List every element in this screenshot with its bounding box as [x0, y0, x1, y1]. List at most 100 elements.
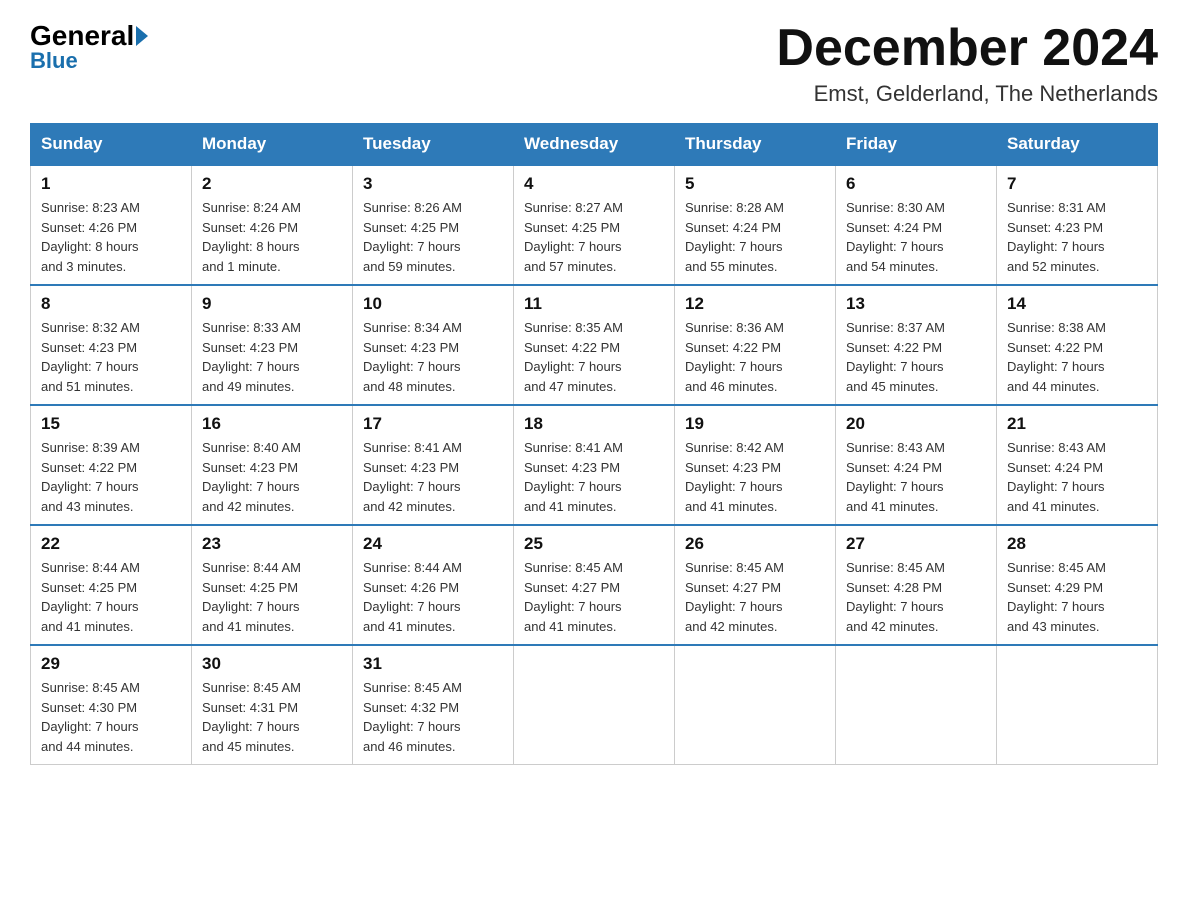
day-info: Sunrise: 8:30 AMSunset: 4:24 PMDaylight:… — [846, 198, 986, 276]
table-row: 8 Sunrise: 8:32 AMSunset: 4:23 PMDaylight… — [31, 285, 192, 405]
day-number: 27 — [846, 534, 986, 554]
table-row: 9 Sunrise: 8:33 AMSunset: 4:23 PMDaylight… — [192, 285, 353, 405]
day-info: Sunrise: 8:45 AMSunset: 4:27 PMDaylight:… — [685, 558, 825, 636]
col-wednesday: Wednesday — [514, 124, 675, 166]
day-number: 31 — [363, 654, 503, 674]
day-number: 6 — [846, 174, 986, 194]
calendar-week-row: 22 Sunrise: 8:44 AMSunset: 4:25 PMDayligh… — [31, 525, 1158, 645]
page-header: General Blue December 2024 Emst, Gelderl… — [30, 20, 1158, 107]
day-info: Sunrise: 8:43 AMSunset: 4:24 PMDaylight:… — [846, 438, 986, 516]
table-row: 10 Sunrise: 8:34 AMSunset: 4:23 PMDayligh… — [353, 285, 514, 405]
day-number: 22 — [41, 534, 181, 554]
col-sunday: Sunday — [31, 124, 192, 166]
day-info: Sunrise: 8:32 AMSunset: 4:23 PMDaylight:… — [41, 318, 181, 396]
col-saturday: Saturday — [997, 124, 1158, 166]
day-info: Sunrise: 8:35 AMSunset: 4:22 PMDaylight:… — [524, 318, 664, 396]
calendar-week-row: 15Sunrise: 8:39 AMSunset: 4:22 PMDayligh… — [31, 405, 1158, 525]
day-number: 12 — [685, 294, 825, 314]
table-row — [675, 645, 836, 765]
table-row: 24 Sunrise: 8:44 AMSunset: 4:26 PMDayligh… — [353, 525, 514, 645]
col-tuesday: Tuesday — [353, 124, 514, 166]
day-info: Sunrise: 8:41 AMSunset: 4:23 PMDaylight:… — [524, 438, 664, 516]
table-row: 21Sunrise: 8:43 AMSunset: 4:24 PMDayligh… — [997, 405, 1158, 525]
table-row: 4 Sunrise: 8:27 AMSunset: 4:25 PMDaylight… — [514, 165, 675, 285]
day-number: 30 — [202, 654, 342, 674]
day-info: Sunrise: 8:39 AMSunset: 4:22 PMDaylight:… — [41, 438, 181, 516]
day-number: 3 — [363, 174, 503, 194]
day-info: Sunrise: 8:36 AMSunset: 4:22 PMDaylight:… — [685, 318, 825, 396]
table-row: 25 Sunrise: 8:45 AMSunset: 4:27 PMDayligh… — [514, 525, 675, 645]
table-row: 11Sunrise: 8:35 AMSunset: 4:22 PMDayligh… — [514, 285, 675, 405]
day-info: Sunrise: 8:23 AMSunset: 4:26 PMDaylight:… — [41, 198, 181, 276]
day-info: Sunrise: 8:45 AMSunset: 4:29 PMDaylight:… — [1007, 558, 1147, 636]
table-row: 23Sunrise: 8:44 AMSunset: 4:25 PMDayligh… — [192, 525, 353, 645]
day-info: Sunrise: 8:41 AMSunset: 4:23 PMDaylight:… — [363, 438, 503, 516]
day-number: 14 — [1007, 294, 1147, 314]
day-info: Sunrise: 8:38 AMSunset: 4:22 PMDaylight:… — [1007, 318, 1147, 396]
day-info: Sunrise: 8:44 AMSunset: 4:25 PMDaylight:… — [202, 558, 342, 636]
day-info: Sunrise: 8:45 AMSunset: 4:32 PMDaylight:… — [363, 678, 503, 756]
col-monday: Monday — [192, 124, 353, 166]
table-row: 18 Sunrise: 8:41 AMSunset: 4:23 PMDayligh… — [514, 405, 675, 525]
table-row: 26Sunrise: 8:45 AMSunset: 4:27 PMDayligh… — [675, 525, 836, 645]
calendar-table: Sunday Monday Tuesday Wednesday Thursday… — [30, 123, 1158, 765]
day-info: Sunrise: 8:24 AMSunset: 4:26 PMDaylight:… — [202, 198, 342, 276]
table-row: 20 Sunrise: 8:43 AMSunset: 4:24 PMDayligh… — [836, 405, 997, 525]
day-info: Sunrise: 8:34 AMSunset: 4:23 PMDaylight:… — [363, 318, 503, 396]
location-title: Emst, Gelderland, The Netherlands — [776, 81, 1158, 107]
logo: General Blue — [30, 20, 148, 74]
day-info: Sunrise: 8:27 AMSunset: 4:25 PMDaylight:… — [524, 198, 664, 276]
day-number: 28 — [1007, 534, 1147, 554]
table-row: 2 Sunrise: 8:24 AMSunset: 4:26 PMDaylight… — [192, 165, 353, 285]
table-row: 19 Sunrise: 8:42 AMSunset: 4:23 PMDayligh… — [675, 405, 836, 525]
day-info: Sunrise: 8:42 AMSunset: 4:23 PMDaylight:… — [685, 438, 825, 516]
table-row: 7Sunrise: 8:31 AMSunset: 4:23 PMDaylight… — [997, 165, 1158, 285]
table-row — [997, 645, 1158, 765]
calendar-week-row: 29Sunrise: 8:45 AMSunset: 4:30 PMDayligh… — [31, 645, 1158, 765]
col-thursday: Thursday — [675, 124, 836, 166]
table-row: 31 Sunrise: 8:45 AMSunset: 4:32 PMDayligh… — [353, 645, 514, 765]
table-row: 6 Sunrise: 8:30 AMSunset: 4:24 PMDaylight… — [836, 165, 997, 285]
day-number: 7 — [1007, 174, 1147, 194]
day-number: 1 — [41, 174, 181, 194]
day-number: 5 — [685, 174, 825, 194]
day-info: Sunrise: 8:33 AMSunset: 4:23 PMDaylight:… — [202, 318, 342, 396]
table-row: 3 Sunrise: 8:26 AMSunset: 4:25 PMDaylight… — [353, 165, 514, 285]
day-number: 24 — [363, 534, 503, 554]
table-row: 30Sunrise: 8:45 AMSunset: 4:31 PMDayligh… — [192, 645, 353, 765]
table-row: 13 Sunrise: 8:37 AMSunset: 4:22 PMDayligh… — [836, 285, 997, 405]
calendar-week-row: 8 Sunrise: 8:32 AMSunset: 4:23 PMDaylight… — [31, 285, 1158, 405]
day-number: 13 — [846, 294, 986, 314]
table-row: 28 Sunrise: 8:45 AMSunset: 4:29 PMDayligh… — [997, 525, 1158, 645]
calendar-week-row: 1 Sunrise: 8:23 AMSunset: 4:26 PMDaylight… — [31, 165, 1158, 285]
table-row: 14 Sunrise: 8:38 AMSunset: 4:22 PMDayligh… — [997, 285, 1158, 405]
day-number: 25 — [524, 534, 664, 554]
day-number: 17 — [363, 414, 503, 434]
day-number: 4 — [524, 174, 664, 194]
table-row: 22 Sunrise: 8:44 AMSunset: 4:25 PMDayligh… — [31, 525, 192, 645]
day-number: 16 — [202, 414, 342, 434]
day-info: Sunrise: 8:37 AMSunset: 4:22 PMDaylight:… — [846, 318, 986, 396]
title-area: December 2024 Emst, Gelderland, The Neth… — [776, 20, 1158, 107]
day-number: 10 — [363, 294, 503, 314]
table-row — [514, 645, 675, 765]
table-row: 16 Sunrise: 8:40 AMSunset: 4:23 PMDayligh… — [192, 405, 353, 525]
table-row: 5Sunrise: 8:28 AMSunset: 4:24 PMDaylight… — [675, 165, 836, 285]
col-friday: Friday — [836, 124, 997, 166]
day-number: 21 — [1007, 414, 1147, 434]
day-info: Sunrise: 8:45 AMSunset: 4:27 PMDaylight:… — [524, 558, 664, 636]
table-row: 27 Sunrise: 8:45 AMSunset: 4:28 PMDayligh… — [836, 525, 997, 645]
day-number: 8 — [41, 294, 181, 314]
day-number: 20 — [846, 414, 986, 434]
day-info: Sunrise: 8:45 AMSunset: 4:28 PMDaylight:… — [846, 558, 986, 636]
day-number: 19 — [685, 414, 825, 434]
day-info: Sunrise: 8:40 AMSunset: 4:23 PMDaylight:… — [202, 438, 342, 516]
day-info: Sunrise: 8:44 AMSunset: 4:25 PMDaylight:… — [41, 558, 181, 636]
day-info: Sunrise: 8:26 AMSunset: 4:25 PMDaylight:… — [363, 198, 503, 276]
day-number: 9 — [202, 294, 342, 314]
day-number: 29 — [41, 654, 181, 674]
day-number: 2 — [202, 174, 342, 194]
day-info: Sunrise: 8:44 AMSunset: 4:26 PMDaylight:… — [363, 558, 503, 636]
table-row: 29Sunrise: 8:45 AMSunset: 4:30 PMDayligh… — [31, 645, 192, 765]
day-number: 18 — [524, 414, 664, 434]
